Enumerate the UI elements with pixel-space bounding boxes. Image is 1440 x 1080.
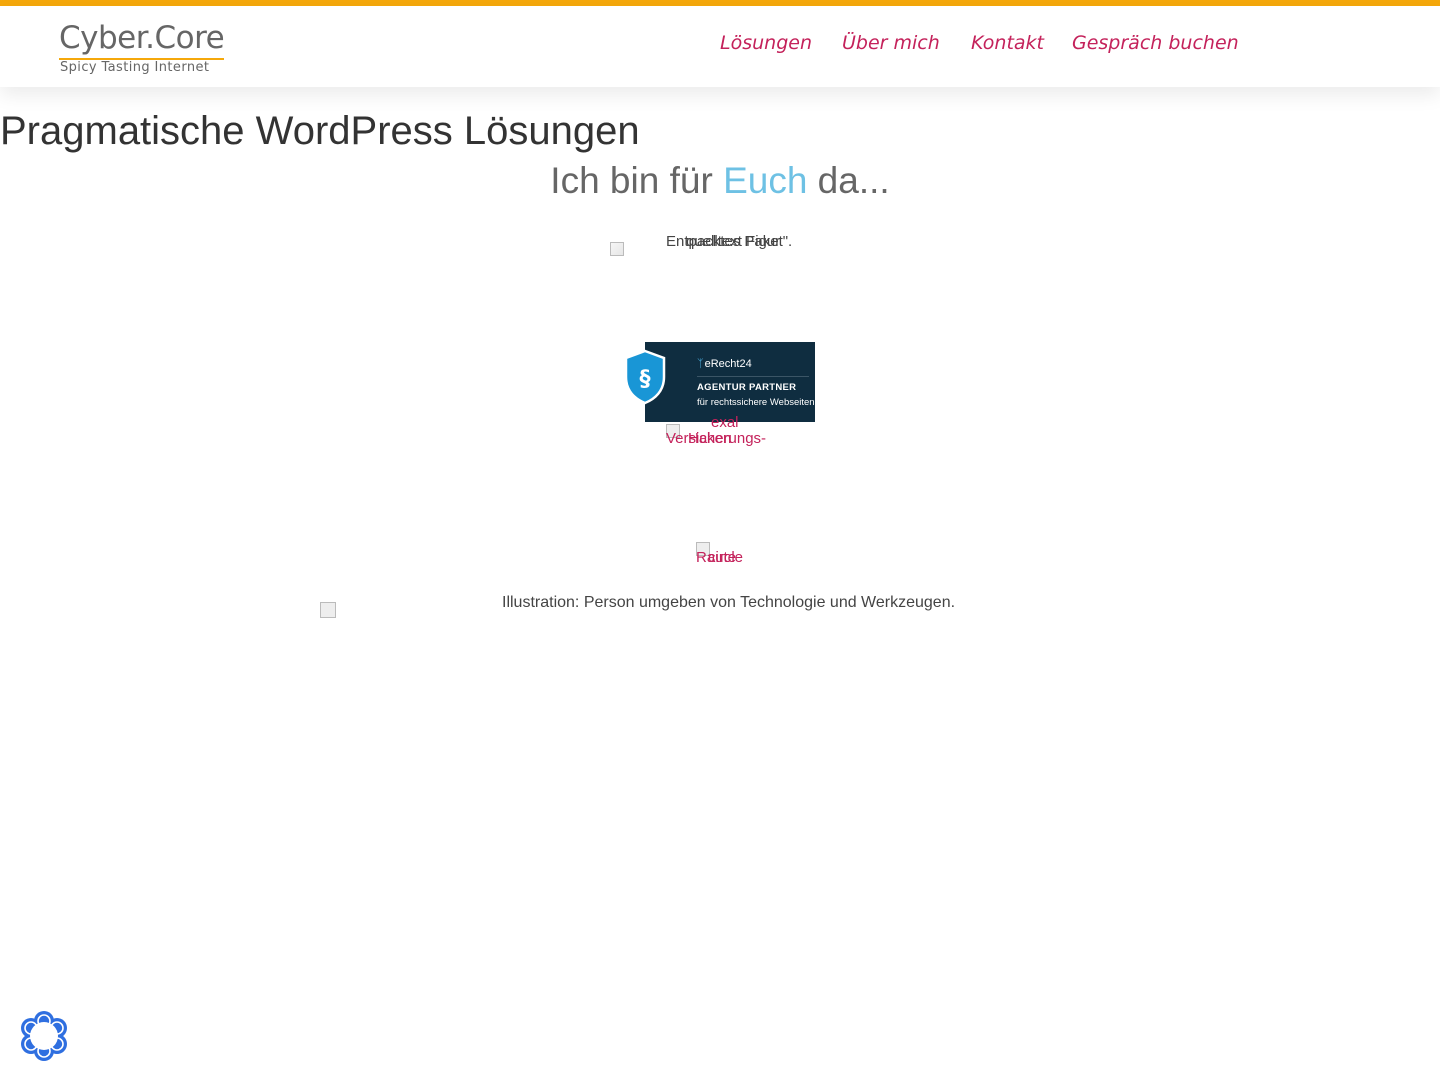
cookie-consent-icon bbox=[21, 1011, 67, 1061]
erecht24-partner-badge[interactable]: ᛉeRecht24 AGENTUR PARTNER für rechtssich… bbox=[624, 342, 816, 422]
nav-item-ueber-mich[interactable]: Über mich bbox=[842, 32, 940, 54]
erecht24-logo-icon: ᛉ bbox=[697, 358, 704, 370]
subtitle-prefix: Ich bin für bbox=[550, 160, 724, 201]
broken-image-diamond: Raute circle bbox=[696, 542, 776, 572]
subtitle-suffix: da... bbox=[807, 160, 890, 201]
page-title: Pragmatische WordPress Lösungen bbox=[0, 109, 640, 153]
image-alt-text: quelltext Figur bbox=[686, 233, 781, 250]
broken-image-icon bbox=[320, 602, 336, 618]
image-alt-text: Illustration: Person umgeben von Technol… bbox=[502, 594, 956, 611]
paragraph-symbol: § bbox=[640, 367, 651, 392]
badge-divider bbox=[697, 376, 809, 377]
broken-image-package: Entpacktes Paket". quelltext Figur bbox=[610, 234, 804, 256]
image-alt-text: exal bbox=[711, 414, 739, 431]
image-alt-text: Haken bbox=[688, 430, 732, 447]
badge-subtitle: für rechtssichere Webseiten bbox=[697, 397, 815, 408]
site-logo[interactable]: Cyber.Core Spicy Tasting Internet bbox=[59, 20, 229, 78]
nav-item-kontakt[interactable]: Kontakt bbox=[971, 32, 1044, 54]
logo-tagline: Spicy Tasting Internet bbox=[60, 60, 210, 75]
badge-title: AGENTUR PARTNER bbox=[697, 382, 797, 393]
broken-image-insurance: exal Versicherungs- Haken bbox=[666, 414, 786, 454]
hero-subtitle: Ich bin für Euch da... bbox=[0, 158, 1440, 204]
nav-item-gespraech-buchen[interactable]: Gespräch buchen bbox=[1072, 32, 1239, 54]
broken-image-illustration: Illustration: Person umgeben von Technol… bbox=[320, 594, 1020, 618]
nav-item-loesungen[interactable]: Lösungen bbox=[720, 32, 812, 54]
badge-brand-text: eRecht24 bbox=[704, 358, 752, 370]
image-alt-text: circle bbox=[708, 549, 744, 566]
broken-image-icon bbox=[610, 242, 624, 256]
site-header: Cyber.Core Spicy Tasting Internet Lösung… bbox=[0, 6, 1440, 87]
cookie-consent-button[interactable] bbox=[18, 1010, 70, 1062]
logo-wordmark: Cyber.Core bbox=[59, 20, 225, 56]
subtitle-accent: Euch bbox=[723, 160, 808, 201]
shield-icon: § bbox=[624, 349, 666, 405]
badge-panel: ᛉeRecht24 AGENTUR PARTNER für rechtssich… bbox=[645, 342, 815, 422]
badge-brand: ᛉeRecht24 bbox=[697, 358, 752, 370]
